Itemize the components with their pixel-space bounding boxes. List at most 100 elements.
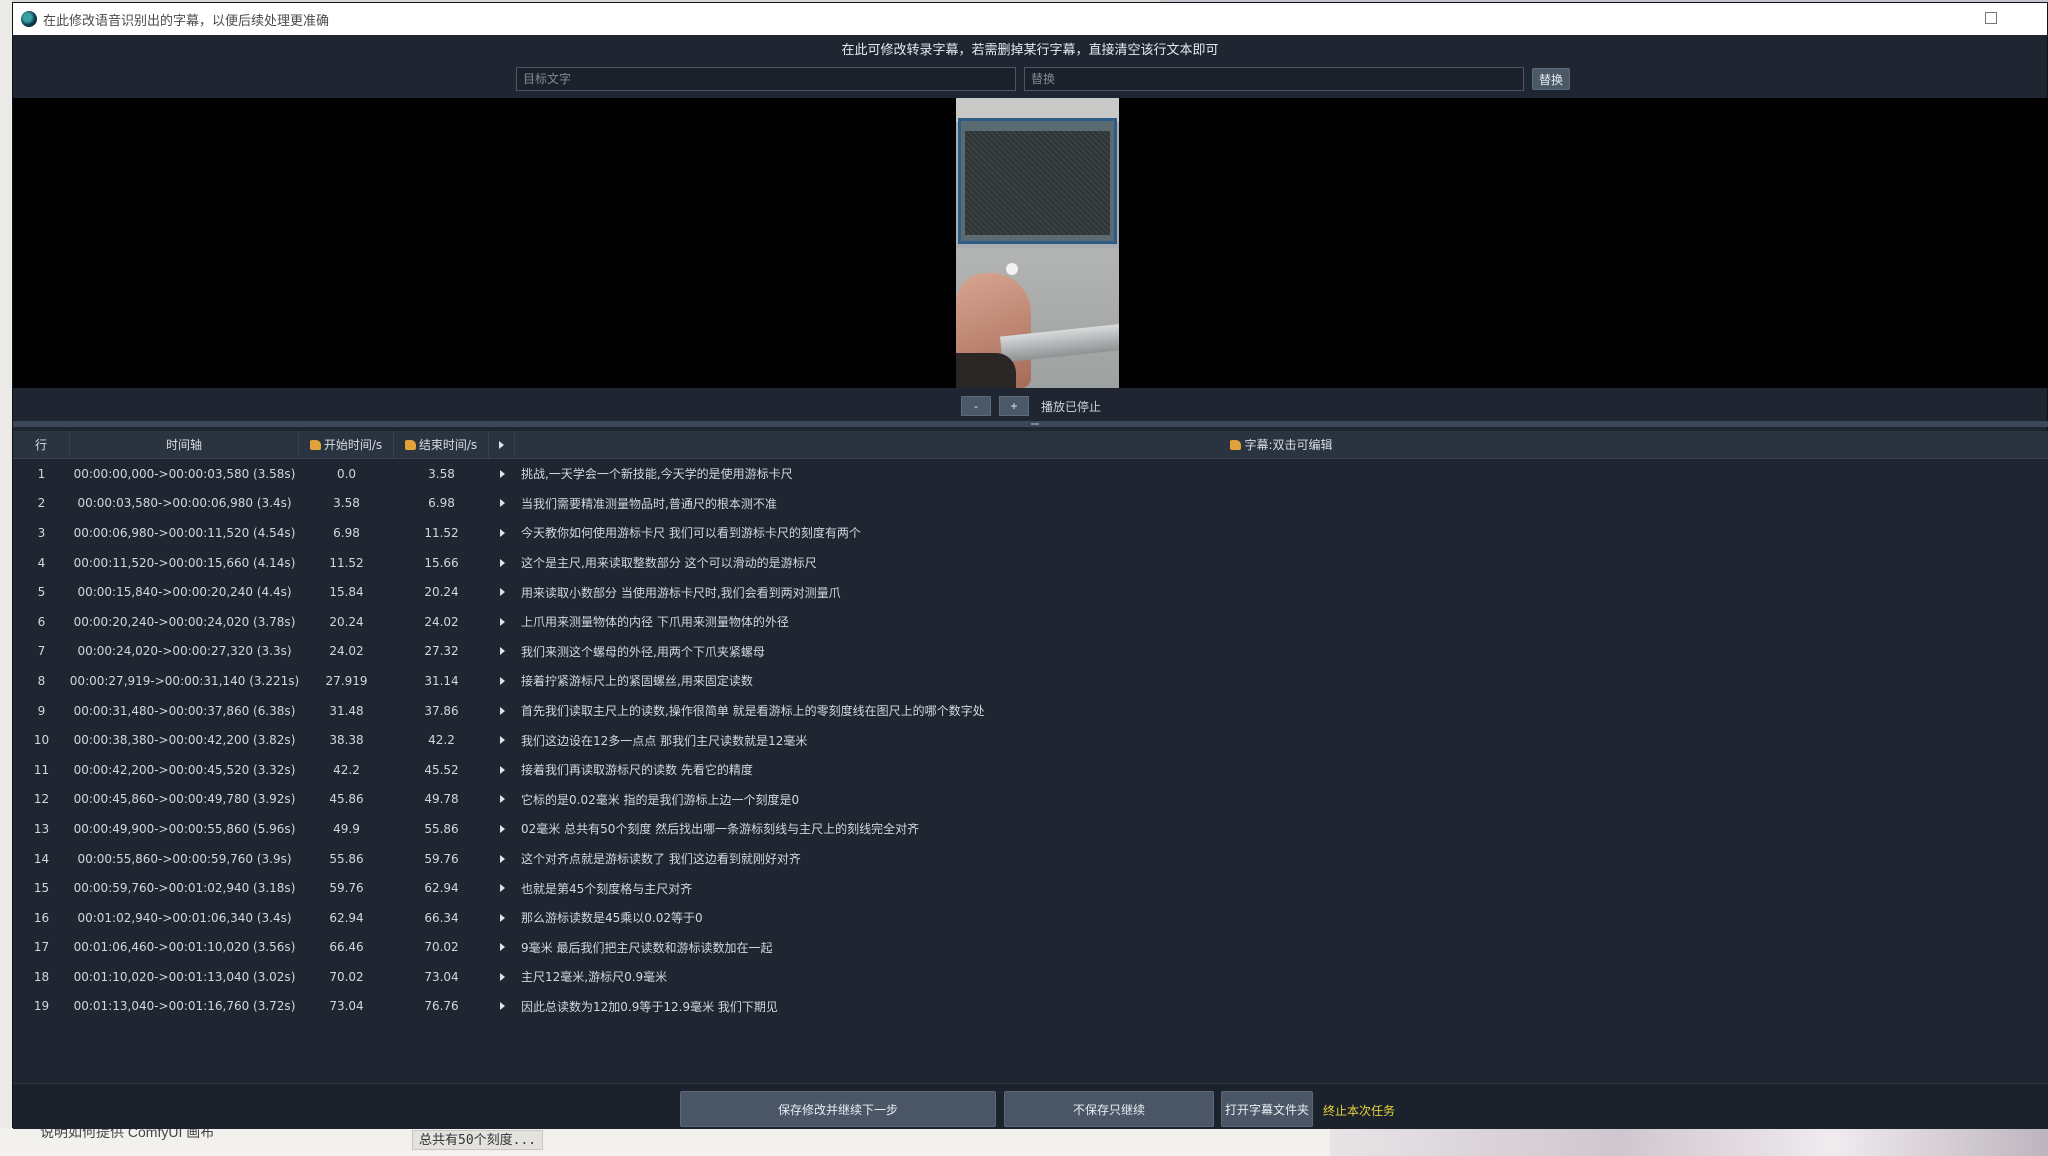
header-start[interactable]: 开始时间/s: [299, 431, 394, 458]
table-row[interactable]: 11 00:00:42,200->00:00:45,520 (3.32s) 42.2…: [13, 755, 2048, 785]
subtitle-text-cell[interactable]: 9毫米 最后我们把主尺读数和游标读数加在一起: [515, 939, 2048, 956]
row-number-cell[interactable]: 19: [13, 999, 70, 1013]
start-time-cell[interactable]: 0.0: [299, 467, 394, 481]
play-triangle-icon[interactable]: [499, 469, 505, 478]
end-time-cell[interactable]: 24.02: [394, 615, 489, 629]
table-row[interactable]: 12 00:00:45,860->00:00:49,780 (3.92s) 45.8…: [13, 785, 2048, 815]
timeline-cell[interactable]: 00:00:27,919->00:00:31,140 (3.221s): [70, 674, 299, 688]
play-cell[interactable]: [489, 913, 515, 922]
play-triangle-icon[interactable]: [499, 765, 505, 774]
play-triangle-icon[interactable]: [499, 499, 505, 508]
row-number-cell[interactable]: 16: [13, 911, 70, 925]
table-row[interactable]: 14 00:00:55,860->00:00:59,760 (3.9s) 55.86…: [13, 844, 2048, 874]
timeline-cell[interactable]: 00:00:38,380->00:00:42,200 (3.82s): [70, 733, 299, 747]
play-cell[interactable]: [489, 943, 515, 952]
start-time-cell[interactable]: 31.48: [299, 704, 394, 718]
table-row[interactable]: 17 00:01:06,460->00:01:10,020 (3.56s) 66.4…: [13, 933, 2048, 963]
play-triangle-icon[interactable]: [499, 824, 505, 833]
row-number-cell[interactable]: 3: [13, 526, 70, 540]
timeline-cell[interactable]: 00:00:42,200->00:00:45,520 (3.32s): [70, 763, 299, 777]
end-time-cell[interactable]: 70.02: [394, 940, 489, 954]
start-time-cell[interactable]: 11.52: [299, 556, 394, 570]
play-cell[interactable]: [489, 736, 515, 745]
table-row[interactable]: 16 00:01:02,940->00:01:06,340 (3.4s) 62.94…: [13, 903, 2048, 933]
video-preview[interactable]: [13, 98, 2048, 388]
timeline-cell[interactable]: 00:00:31,480->00:00:37,860 (6.38s): [70, 704, 299, 718]
timeline-cell[interactable]: 00:00:55,860->00:00:59,760 (3.9s): [70, 852, 299, 866]
header-end[interactable]: 结束时间/s: [394, 431, 489, 458]
play-triangle-icon[interactable]: [499, 736, 505, 745]
end-time-cell[interactable]: 20.24: [394, 585, 489, 599]
end-time-cell[interactable]: 66.34: [394, 911, 489, 925]
table-row[interactable]: 10 00:00:38,380->00:00:42,200 (3.82s) 38.3…: [13, 725, 2048, 755]
timeline-cell[interactable]: 00:01:02,940->00:01:06,340 (3.4s): [70, 911, 299, 925]
play-triangle-icon[interactable]: [499, 913, 505, 922]
subtitle-text-cell[interactable]: 用来读取小数部分 当使用游标卡尺时,我们会看到两对测量爪: [515, 584, 2048, 601]
end-time-cell[interactable]: 3.58: [394, 467, 489, 481]
header-subtitle[interactable]: 字幕:双击可编辑: [515, 431, 2048, 458]
start-time-cell[interactable]: 62.94: [299, 911, 394, 925]
save-and-continue-button[interactable]: 保存修改并继续下一步: [680, 1091, 996, 1127]
timeline-cell[interactable]: 00:00:24,020->00:00:27,320 (3.3s): [70, 644, 299, 658]
play-cell[interactable]: [489, 558, 515, 567]
timeline-cell[interactable]: 00:00:59,760->00:01:02,940 (3.18s): [70, 881, 299, 895]
subtitle-text-cell[interactable]: 我们来测这个螺母的外径,用两个下爪夹紧螺母: [515, 643, 2048, 660]
table-row[interactable]: 6 00:00:20,240->00:00:24,020 (3.78s) 20.24…: [13, 607, 2048, 637]
timeline-cell[interactable]: 00:00:49,900->00:00:55,860 (5.96s): [70, 822, 299, 836]
table-row[interactable]: 5 00:00:15,840->00:00:20,240 (4.4s) 15.84 2…: [13, 577, 2048, 607]
timeline-cell[interactable]: 00:00:11,520->00:00:15,660 (4.14s): [70, 556, 299, 570]
play-cell[interactable]: [489, 884, 515, 893]
table-row[interactable]: 2 00:00:03,580->00:00:06,980 (3.4s) 3.58 6.…: [13, 489, 2048, 519]
end-time-cell[interactable]: 49.78: [394, 792, 489, 806]
start-time-cell[interactable]: 59.76: [299, 881, 394, 895]
subtitle-text-cell[interactable]: 挑战,一天学会一个新技能,今天学的是使用游标卡尺: [515, 465, 2048, 482]
timeline-cell[interactable]: 00:00:45,860->00:00:49,780 (3.92s): [70, 792, 299, 806]
row-number-cell[interactable]: 6: [13, 615, 70, 629]
titlebar[interactable]: 在此修改语音识别出的字幕，以便后续处理更准确: [13, 3, 2047, 35]
row-number-cell[interactable]: 8: [13, 674, 70, 688]
row-number-cell[interactable]: 5: [13, 585, 70, 599]
volume-down-button[interactable]: -: [960, 396, 991, 416]
row-number-cell[interactable]: 12: [13, 792, 70, 806]
play-cell[interactable]: [489, 528, 515, 537]
start-time-cell[interactable]: 45.86: [299, 792, 394, 806]
subtitle-text-cell[interactable]: 那么游标读数是45乘以0.02等于0: [515, 909, 2048, 926]
table-row[interactable]: 7 00:00:24,020->00:00:27,320 (3.3s) 24.02 2…: [13, 637, 2048, 667]
play-triangle-icon[interactable]: [499, 558, 505, 567]
continue-without-save-button[interactable]: 不保存只继续: [1004, 1091, 1214, 1127]
subtitle-text-cell[interactable]: 也就是第45个刻度格与主尺对齐: [515, 880, 2048, 897]
timeline-cell[interactable]: 00:00:15,840->00:00:20,240 (4.4s): [70, 585, 299, 599]
start-time-cell[interactable]: 66.46: [299, 940, 394, 954]
play-triangle-icon[interactable]: [499, 854, 505, 863]
row-number-cell[interactable]: 4: [13, 556, 70, 570]
end-time-cell[interactable]: 62.94: [394, 881, 489, 895]
subtitle-text-cell[interactable]: 这个是主尺,用来读取整数部分 这个可以滑动的是游标尺: [515, 554, 2048, 571]
play-triangle-icon[interactable]: [499, 1002, 505, 1011]
end-time-cell[interactable]: 11.52: [394, 526, 489, 540]
start-time-cell[interactable]: 27.919: [299, 674, 394, 688]
subtitle-text-cell[interactable]: 主尺12毫米,游标尺0.9毫米: [515, 968, 2048, 985]
play-cell[interactable]: [489, 469, 515, 478]
play-cell[interactable]: [489, 706, 515, 715]
play-triangle-icon[interactable]: [499, 676, 505, 685]
play-triangle-icon[interactable]: [499, 647, 505, 656]
subtitle-text-cell[interactable]: 今天教你如何使用游标卡尺 我们可以看到游标卡尺的刻度有两个: [515, 524, 2048, 541]
table-row[interactable]: 8 00:00:27,919->00:00:31,140 (3.221s) 27.9…: [13, 666, 2048, 696]
start-time-cell[interactable]: 24.02: [299, 644, 394, 658]
row-number-cell[interactable]: 2: [13, 496, 70, 510]
end-time-cell[interactable]: 73.04: [394, 970, 489, 984]
subtitle-text-cell[interactable]: 我们这边设在12多一点点 那我们主尺读数就是12毫米: [515, 732, 2048, 749]
subtitle-text-cell[interactable]: 首先我们读取主尺上的读数,操作很简单 就是看游标上的零刻度线在图尺上的哪个数字处: [515, 702, 2048, 719]
end-time-cell[interactable]: 6.98: [394, 496, 489, 510]
play-cell[interactable]: [489, 765, 515, 774]
open-subtitle-folder-button[interactable]: 打开字幕文件夹: [1221, 1091, 1313, 1127]
table-row[interactable]: 19 00:01:13,040->00:01:16,760 (3.72s) 73.0…: [13, 992, 2048, 1022]
play-cell[interactable]: [489, 647, 515, 656]
row-number-cell[interactable]: 17: [13, 940, 70, 954]
play-triangle-icon[interactable]: [499, 617, 505, 626]
play-cell[interactable]: [489, 972, 515, 981]
subtitle-text-cell[interactable]: 这个对齐点就是游标读数了 我们这边看到就刚好对齐: [515, 850, 2048, 867]
play-triangle-icon[interactable]: [499, 706, 505, 715]
end-time-cell[interactable]: 59.76: [394, 852, 489, 866]
start-time-cell[interactable]: 49.9: [299, 822, 394, 836]
